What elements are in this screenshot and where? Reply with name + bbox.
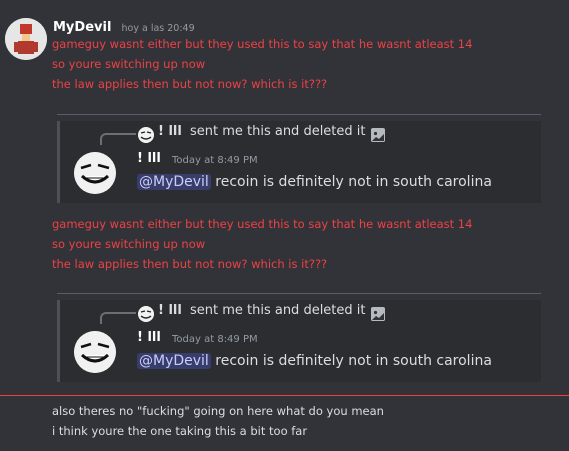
message-line: so youre switching up now: [52, 237, 206, 251]
reply-author: ! lll: [158, 124, 182, 139]
inner-message: @MyDevil recoin is definitely not in sou…: [137, 353, 492, 369]
reply-preview-text: sent me this and deleted it: [189, 303, 366, 318]
message-line: the law applies then but not now? which …: [52, 77, 328, 91]
message-header: MyDevil hoy a las 20:49: [53, 16, 195, 35]
message-line: the law applies then but not now? which …: [52, 257, 328, 271]
inner-message-text: recoin is definitely not in south caroli…: [210, 353, 492, 369]
message-timestamp: hoy a las 20:49: [121, 23, 195, 34]
reply-connector: [100, 312, 136, 324]
embed-accent-bar: [57, 121, 60, 203]
inner-message: @MyDevil recoin is definitely not in sou…: [137, 174, 492, 190]
reply-preview-text: sent me this and deleted it: [189, 124, 366, 139]
image-icon: [371, 128, 385, 142]
message-line: gameguy wasnt either but they used this …: [52, 217, 473, 231]
reply-avatar[interactable]: [138, 306, 154, 322]
reply-author: ! lll: [158, 303, 182, 318]
reply-connector: [100, 133, 136, 145]
embed-divider: [57, 293, 541, 294]
author-avatar[interactable]: [5, 18, 47, 60]
quoted-embed[interactable]: ! lll sent me this and deleted it ! lll …: [57, 300, 541, 382]
quoted-embed[interactable]: ! lll sent me this and deleted it ! lll …: [57, 121, 541, 203]
reply-avatar[interactable]: [138, 127, 154, 143]
inner-timestamp: Today at 8:49 PM: [172, 155, 258, 166]
message-line: gameguy wasnt either but they used this …: [52, 37, 473, 51]
inner-message-text: recoin is definitely not in south caroli…: [210, 174, 492, 190]
inner-author-name[interactable]: ! lll: [137, 330, 161, 345]
embed-accent-bar: [57, 300, 60, 382]
inner-timestamp: Today at 8:49 PM: [172, 334, 258, 345]
embed-divider: [57, 114, 541, 115]
message-line: i think youre the one taking this a bit …: [52, 424, 308, 438]
user-mention[interactable]: @MyDevil: [137, 174, 211, 190]
reply-preview[interactable]: ! lll sent me this and deleted it: [158, 124, 366, 139]
user-mention[interactable]: @MyDevil: [137, 353, 211, 369]
reply-preview[interactable]: ! lll sent me this and deleted it: [158, 303, 366, 318]
new-messages-divider: [0, 395, 569, 396]
inner-author-avatar[interactable]: [74, 152, 116, 194]
image-icon: [371, 307, 385, 321]
message-line: so youre switching up now: [52, 57, 206, 71]
inner-author-name[interactable]: ! lll: [137, 151, 161, 166]
author-name[interactable]: MyDevil: [53, 20, 111, 35]
message-line: also theres no "fucking" going on here w…: [52, 404, 384, 418]
inner-author-avatar[interactable]: [74, 331, 116, 373]
